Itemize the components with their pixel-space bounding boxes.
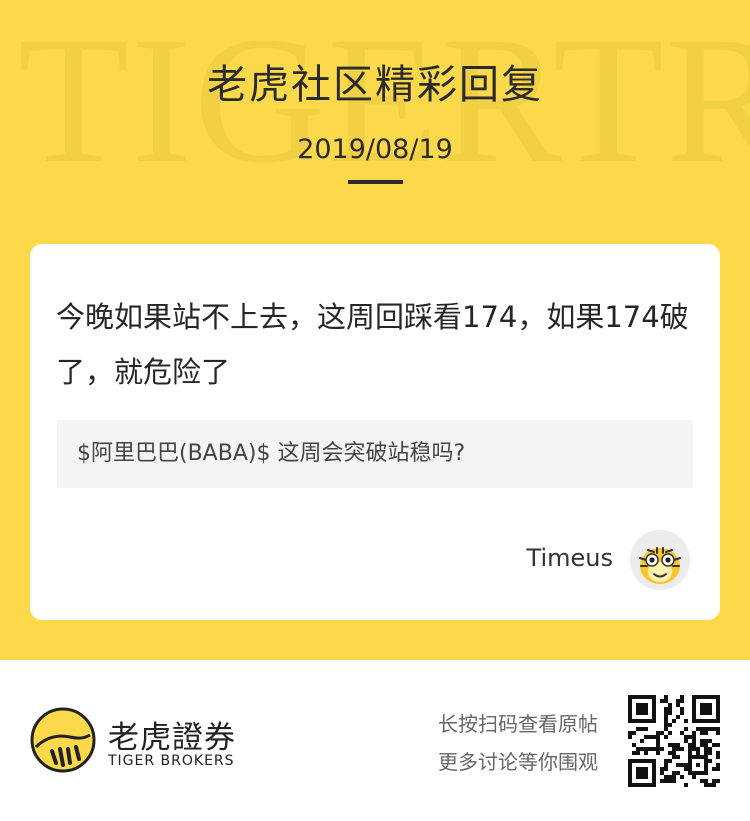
tiger-logo-icon bbox=[30, 707, 96, 773]
topic-link[interactable]: $阿里巴巴(BABA)$ 这周会突破站稳吗? bbox=[57, 420, 693, 488]
scan-hint-line1: 长按扫码查看原帖 bbox=[438, 712, 598, 736]
tiger-avatar-icon[interactable] bbox=[630, 530, 690, 590]
qr-code[interactable] bbox=[628, 695, 720, 787]
footer-section: 老虎證券 TIGER BROKERS 长按扫码查看原帖 更多讨论等你围观 bbox=[0, 660, 750, 821]
author-name[interactable]: Timeus bbox=[527, 544, 613, 572]
post-date: 2019/08/19 bbox=[297, 134, 453, 165]
header-section: TIGERTRAI 老虎社区精彩回复 2019/08/19 今晚如果站不上去，这… bbox=[0, 0, 750, 660]
brand-name-en: TIGER BROKERS bbox=[108, 753, 235, 769]
scan-hint-line2: 更多讨论等你围观 bbox=[438, 750, 598, 774]
reply-text: 今晚如果站不上去，这周回踩看174，如果174破了，就危险了 bbox=[56, 300, 689, 389]
date-underline-divider bbox=[348, 180, 403, 184]
page-title: 老虎社区精彩回复 bbox=[207, 62, 543, 108]
reply-card: 今晚如果站不上去，这周回踩看174，如果174破了，就危险了 $阿里巴巴(BAB… bbox=[30, 244, 720, 620]
brand-name-cn: 老虎證券 bbox=[108, 720, 236, 756]
